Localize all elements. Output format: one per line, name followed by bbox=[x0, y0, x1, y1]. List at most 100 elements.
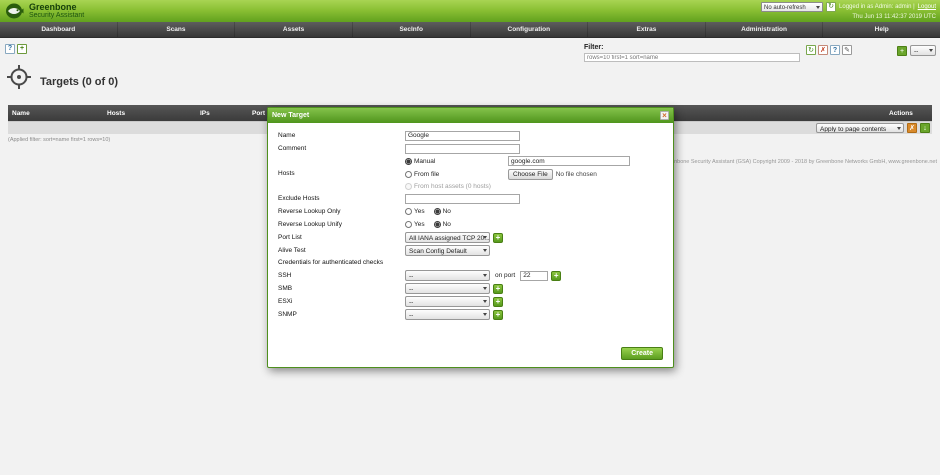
new-filter-icon[interactable]: + bbox=[897, 45, 907, 56]
nav-administration[interactable]: Administration bbox=[706, 22, 824, 37]
saved-filters-select[interactable]: -- bbox=[910, 45, 936, 56]
filter-input[interactable] bbox=[584, 53, 800, 62]
rlu-no-option[interactable]: No bbox=[433, 221, 451, 228]
new-smb-credential-icon[interactable]: + bbox=[493, 283, 503, 294]
name-label: Name bbox=[278, 132, 296, 139]
dialog-body: Name Comment Hosts Manual bbox=[268, 123, 673, 320]
hosts-assets-radio bbox=[405, 183, 412, 190]
rlu-no-radio[interactable] bbox=[433, 221, 441, 228]
exclude-hosts-input[interactable] bbox=[405, 193, 520, 204]
logout-link[interactable]: Logout bbox=[918, 4, 936, 10]
port-list-label: Port List bbox=[278, 234, 302, 241]
login-status: Logged in as Admin: admin | bbox=[839, 4, 915, 10]
exclude-hosts-label: Exclude Hosts bbox=[278, 195, 320, 202]
logo-subtitle: Security Assistant bbox=[29, 11, 85, 19]
trashcan-icon[interactable]: ✗ bbox=[907, 123, 917, 133]
filter-clear-icon[interactable]: ✗ bbox=[818, 45, 828, 55]
auto-refresh-value: No auto-refresh bbox=[764, 5, 806, 11]
export-icon[interactable]: ↓ bbox=[920, 123, 930, 133]
filter-edit-icon[interactable]: ✎ bbox=[842, 45, 852, 55]
hosts-assets-label: From host assets (0 hosts) bbox=[414, 183, 491, 190]
filter-label: Filter: bbox=[584, 44, 604, 51]
esxi-credential-value: -- bbox=[409, 299, 414, 306]
reverse-lookup-only-row: Reverse Lookup Only Yes No bbox=[278, 206, 663, 217]
rlo-no-option[interactable]: No bbox=[433, 208, 451, 215]
nav-scans[interactable]: Scans bbox=[118, 22, 236, 37]
filter-help-icon[interactable]: ? bbox=[830, 45, 840, 55]
smb-label: SMB bbox=[278, 285, 293, 292]
nav-help[interactable]: Help bbox=[823, 22, 940, 37]
create-button[interactable]: Create bbox=[621, 347, 663, 360]
close-icon[interactable]: × bbox=[660, 111, 669, 120]
snmp-row: SNMP -- + bbox=[278, 309, 663, 320]
hosts-manual-radio[interactable] bbox=[405, 157, 412, 165]
column-header-hosts[interactable]: Hosts bbox=[103, 110, 196, 117]
rlo-yes-label: Yes bbox=[414, 208, 425, 215]
port-list-row: Port List All IANA assigned TCP 20... + bbox=[278, 232, 663, 243]
column-header-ips[interactable]: IPs bbox=[196, 110, 248, 117]
apply-to-page-value: Apply to page contents bbox=[820, 126, 887, 133]
header-right: No auto-refresh ↻ Logged in as Admin: ad… bbox=[761, 2, 936, 20]
hosts-from-file-option[interactable]: From file bbox=[405, 171, 505, 178]
new-ssh-credential-icon[interactable]: + bbox=[551, 270, 562, 281]
saved-filters-value: -- bbox=[914, 48, 919, 55]
nav-dashboard[interactable]: Dashboard bbox=[0, 22, 118, 37]
targets-heading: Targets (0 of 0) bbox=[6, 64, 118, 90]
column-header-actions: Actions bbox=[889, 109, 913, 117]
ssh-credential-select[interactable]: -- bbox=[405, 270, 490, 281]
esxi-credential-select[interactable]: -- bbox=[405, 296, 490, 307]
hosts-row: Hosts Manual From file bbox=[278, 156, 663, 190]
rlo-no-radio[interactable] bbox=[433, 208, 441, 215]
auto-refresh-select[interactable]: No auto-refresh bbox=[761, 2, 824, 12]
nav-secinfo[interactable]: SecInfo bbox=[353, 22, 471, 37]
applied-filter-text: (Applied filter: sort=name first=1 rows=… bbox=[8, 137, 111, 143]
greenbone-logo[interactable]: Greenbone Security Assistant bbox=[0, 2, 84, 20]
rlu-yes-option[interactable]: Yes bbox=[405, 221, 425, 228]
hosts-manual-label: Manual bbox=[414, 157, 436, 165]
credentials-section-label: Credentials for authenticated checks bbox=[278, 259, 384, 266]
page-action-icons: ? + bbox=[5, 44, 27, 54]
choose-file-button[interactable]: Choose File bbox=[508, 169, 553, 180]
new-target-dialog: New Target × Name Comment Hosts bbox=[267, 107, 674, 368]
smb-credential-select[interactable]: -- bbox=[405, 283, 490, 294]
help-icon[interactable]: ? bbox=[5, 44, 15, 54]
copyright-text: Greenbone Security Assistant (GSA) Copyr… bbox=[661, 159, 937, 165]
rlu-yes-radio[interactable] bbox=[405, 221, 412, 228]
ssh-credential-value: -- bbox=[409, 273, 414, 280]
hosts-manual-option[interactable]: Manual bbox=[405, 157, 505, 165]
dialog-title: New Target bbox=[272, 112, 310, 119]
comment-input[interactable] bbox=[405, 143, 520, 154]
column-header-name[interactable]: Name bbox=[8, 110, 103, 117]
hosts-manual-input[interactable] bbox=[508, 156, 630, 166]
target-icon bbox=[7, 65, 31, 89]
reverse-lookup-unify-label: Reverse Lookup Unify bbox=[278, 221, 342, 228]
comment-label: Comment bbox=[278, 145, 307, 152]
nav-extras[interactable]: Extras bbox=[588, 22, 706, 37]
main-nav: Dashboard Scans Assets SecInfo Configura… bbox=[0, 22, 940, 38]
new-esxi-credential-icon[interactable]: + bbox=[493, 296, 503, 307]
filter-refresh-icon[interactable]: ↻ bbox=[806, 45, 816, 55]
snmp-credential-select[interactable]: -- bbox=[405, 309, 490, 320]
saved-filter-controls: + -- bbox=[897, 45, 936, 56]
rlo-no-label: No bbox=[442, 208, 451, 215]
rlo-yes-option[interactable]: Yes bbox=[405, 208, 425, 215]
reverse-lookup-unify-row: Reverse Lookup Unify Yes No bbox=[278, 219, 663, 230]
ssh-label: SSH bbox=[278, 272, 292, 279]
nav-configuration[interactable]: Configuration bbox=[471, 22, 589, 37]
new-target-icon[interactable]: + bbox=[17, 44, 27, 54]
smb-row: SMB -- + bbox=[278, 283, 663, 294]
hosts-from-file-radio[interactable] bbox=[405, 171, 412, 178]
new-snmp-credential-icon[interactable]: + bbox=[493, 309, 503, 320]
apply-to-page-select[interactable]: Apply to page contents bbox=[816, 123, 904, 133]
dialog-titlebar[interactable]: New Target × bbox=[268, 108, 673, 123]
alive-test-select[interactable]: Scan Config Default bbox=[405, 245, 490, 256]
port-list-select[interactable]: All IANA assigned TCP 20... bbox=[405, 232, 490, 243]
name-input[interactable] bbox=[405, 130, 520, 141]
ssh-port-input[interactable] bbox=[520, 270, 549, 281]
rlo-yes-radio[interactable] bbox=[405, 208, 412, 215]
new-port-list-icon[interactable]: + bbox=[493, 232, 503, 243]
nav-assets[interactable]: Assets bbox=[235, 22, 353, 37]
comment-row: Comment bbox=[278, 143, 663, 154]
refresh-icon[interactable]: ↻ bbox=[826, 2, 837, 12]
alive-test-row: Alive Test Scan Config Default bbox=[278, 245, 663, 256]
